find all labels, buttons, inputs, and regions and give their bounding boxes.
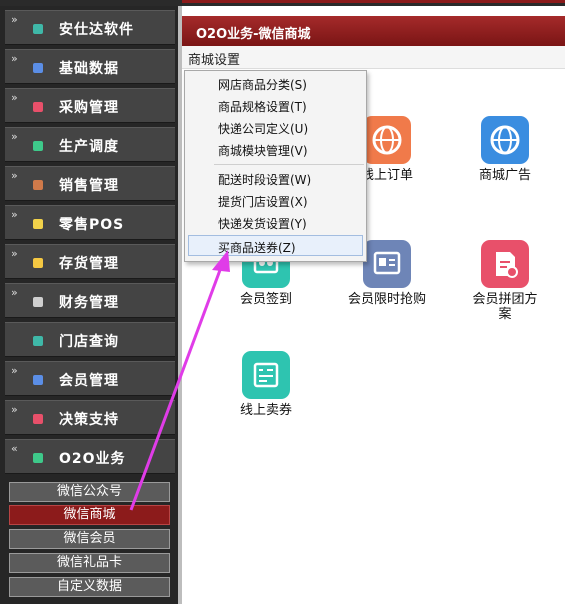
annotation-arrow: [129, 250, 230, 511]
